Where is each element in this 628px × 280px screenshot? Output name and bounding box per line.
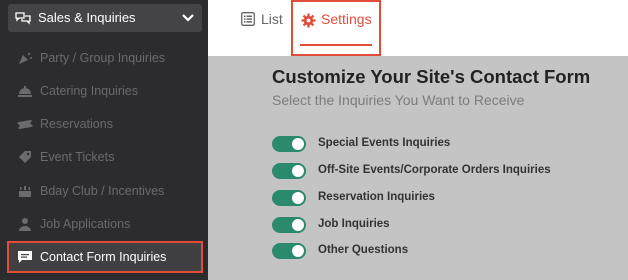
tag-icon [19, 151, 31, 163]
option-reservation: Reservation Inquiries [272, 188, 622, 208]
sidebar-item-contact-form[interactable]: Contact Form Inquiries [7, 241, 203, 273]
option-label: Special Events Inquiries [318, 137, 451, 149]
toggle-knob [292, 192, 304, 204]
sidebar-item-party-group[interactable]: Party / Group Inquiries [8, 43, 202, 73]
page-title: Customize Your Site's Contact Form [272, 66, 591, 87]
option-label: Job Inquiries [318, 218, 390, 230]
option-off-site-events: Off-Site Events/Corporate Orders Inquiri… [272, 161, 622, 181]
sidebar-section-label: Sales & Inquiries [38, 10, 136, 25]
page-subtitle: Select the Inquiries You Want to Receive [272, 92, 525, 108]
sidebar-item-job-applications[interactable]: Job Applications [8, 209, 202, 239]
toggle-switch[interactable] [272, 136, 306, 152]
tab-settings[interactable]: Settings [291, 0, 381, 56]
option-special-events: Special Events Inquiries [272, 134, 622, 154]
toggle-switch[interactable] [272, 243, 306, 259]
sidebar-item-catering[interactable]: Catering Inquiries [8, 76, 202, 106]
list-icon [241, 12, 255, 26]
toggle-knob [292, 219, 304, 231]
sidebar-item-label: Party / Group Inquiries [40, 51, 166, 65]
sidebar-item-reservations[interactable]: Reservations [8, 109, 202, 139]
option-label: Off-Site Events/Corporate Orders Inquiri… [318, 164, 551, 176]
toggle-knob [292, 165, 304, 177]
sidebar-section-header[interactable]: Sales & Inquiries [8, 4, 202, 32]
sidebar-item-label: Contact Form Inquiries [40, 250, 167, 264]
message-icon [18, 251, 32, 263]
toggle-switch[interactable] [272, 163, 306, 179]
contact-form-settings: Customize Your Site's Contact Form Selec… [260, 56, 628, 280]
option-other-questions: Other Questions [272, 241, 622, 261]
chat-bubbles-icon [15, 12, 31, 25]
toggle-knob [292, 245, 304, 257]
sidebar-item-label: Job Applications [40, 217, 131, 231]
tab-bar: List Settings [208, 0, 628, 56]
chevron-down-icon[interactable] [181, 12, 195, 24]
sidebar-item-label: Catering Inquiries [40, 84, 138, 98]
ticket-icon [17, 119, 33, 130]
gear-icon [301, 13, 316, 28]
sidebar: Sales & Inquiries Party / Group Inquirie… [0, 0, 208, 280]
person-icon [19, 218, 31, 231]
toggle-knob [292, 138, 304, 150]
sidebar-item-label: Bday Club / Incentives [40, 184, 165, 198]
option-label: Other Questions [318, 244, 409, 256]
tab-list-label: List [261, 11, 283, 27]
party-popper-icon [19, 52, 32, 64]
cloche-icon [18, 85, 32, 97]
sidebar-item-label: Event Tickets [40, 150, 115, 164]
sidebar-item-bday-club[interactable]: Bday Club / Incentives [8, 176, 202, 206]
active-tab-indicator [300, 44, 372, 46]
sidebar-item-label: Reservations [40, 117, 113, 131]
cake-icon [19, 186, 31, 197]
toggle-switch[interactable] [272, 190, 306, 206]
option-job: Job Inquiries [272, 215, 622, 235]
tab-settings-label: Settings [321, 11, 372, 27]
sidebar-item-event-tickets[interactable]: Event Tickets [8, 142, 202, 172]
option-label: Reservation Inquiries [318, 191, 435, 203]
toggle-switch[interactable] [272, 217, 306, 233]
